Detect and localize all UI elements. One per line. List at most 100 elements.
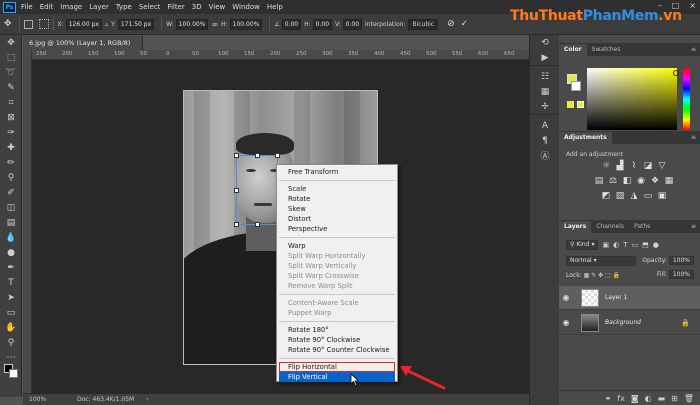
selective-color-icon[interactable]: ▣ <box>657 191 668 202</box>
menu-edit[interactable]: Edit <box>40 3 54 11</box>
close-button[interactable]: × <box>689 1 696 10</box>
menu-layer[interactable]: Layer <box>89 3 109 11</box>
marquee-tool-icon[interactable]: ⬚ <box>0 50 22 65</box>
invert-icon[interactable]: ◩ <box>601 191 612 202</box>
delta-icon[interactable]: ▵ <box>105 21 108 28</box>
v-skew-input[interactable]: 0.00 <box>342 18 363 30</box>
filter-pixel-icon[interactable]: ▣ <box>602 241 609 249</box>
exposure-icon[interactable]: ◪ <box>643 161 654 172</box>
width-input[interactable]: 100.00% <box>175 18 209 30</box>
new-adjustment-icon[interactable]: ◐ <box>645 394 652 403</box>
brightness-contrast-icon[interactable]: ☼ <box>601 161 612 172</box>
brush-tool-icon[interactable]: ✏ <box>0 155 22 170</box>
new-layer-icon[interactable]: ⊞ <box>671 394 678 403</box>
panel-menu-icon[interactable]: ≡ <box>691 221 696 233</box>
blend-mode-select[interactable]: Normal ▾ <box>566 256 636 266</box>
hue-saturation-icon[interactable]: ▤ <box>594 176 605 187</box>
menu-window[interactable]: Window <box>232 3 260 11</box>
history-panel-icon[interactable]: ⟲ <box>530 35 560 50</box>
transform-handle[interactable] <box>255 222 260 227</box>
menu-item-scale[interactable]: Scale <box>277 184 397 194</box>
web-safe-swatch[interactable] <box>577 101 584 108</box>
lock-artboard-icon[interactable]: ⬚ <box>605 272 611 279</box>
menu-item-flip-vertical[interactable]: Flip Vertical <box>279 372 395 382</box>
black-white-icon[interactable]: ◧ <box>622 176 633 187</box>
lock-position-icon[interactable]: ✥ <box>598 272 603 279</box>
horizontal-ruler[interactable]: 250 200 150 100 50 0 50 100 150 200 250 … <box>32 50 529 60</box>
menu-item-flip-horizontal[interactable]: Flip Horizontal <box>279 362 395 372</box>
menu-item-rotate-90-ccw[interactable]: Rotate 90° Counter Clockwise <box>277 345 397 355</box>
transform-bounding-box[interactable] <box>234 153 280 227</box>
curves-icon[interactable]: ⌇ <box>629 161 640 172</box>
menu-item-skew[interactable]: Skew <box>277 204 397 214</box>
link-layers-icon[interactable]: ⚭ <box>605 394 612 403</box>
color-balance-icon[interactable]: ⚖ <box>608 176 619 187</box>
hand-tool-icon[interactable]: ✋ <box>0 320 22 335</box>
layer-row[interactable]: ◉ Background 🔒 <box>559 311 700 335</box>
lock-pixels-icon[interactable]: ✎ <box>591 272 596 279</box>
kind-filter-select[interactable]: ⚲ Kind ▾ <box>566 240 599 250</box>
status-menu-arrow-icon[interactable]: › <box>146 394 148 405</box>
color-lookup-icon[interactable]: ▦ <box>664 176 675 187</box>
background-color-swatch[interactable] <box>571 81 581 91</box>
eraser-icon[interactable]: ◫ <box>0 200 22 215</box>
type-tool-icon[interactable]: T <box>0 275 22 290</box>
h-skew-input[interactable]: 0.00 <box>312 18 333 30</box>
clone-stamp-icon[interactable]: ⚲ <box>0 170 22 185</box>
tab-adjustments[interactable]: Adjustments <box>559 132 612 144</box>
photo-filter-icon[interactable]: ◉ <box>636 176 647 187</box>
character-panel-icon[interactable]: A <box>530 118 560 133</box>
add-mask-icon[interactable]: ◙ <box>631 394 639 403</box>
cancel-transform-icon[interactable]: ⊘ <box>447 19 455 29</box>
filter-adjustment-icon[interactable]: ◐ <box>613 241 619 249</box>
menu-image[interactable]: Image <box>60 3 82 11</box>
quick-select-icon[interactable]: ✎ <box>0 80 22 95</box>
move-tool-icon[interactable]: ✥ <box>0 35 22 50</box>
channel-mixer-icon[interactable]: ❖ <box>650 176 661 187</box>
menu-view[interactable]: View <box>209 3 226 11</box>
libraries-panel-icon[interactable]: ▦ <box>530 84 560 99</box>
panel-menu-icon[interactable]: ≡ <box>691 132 696 144</box>
transform-handle[interactable] <box>234 222 239 227</box>
transform-handle[interactable] <box>275 153 280 158</box>
reference-point-checkbox[interactable] <box>23 19 33 29</box>
path-select-icon[interactable]: ➤ <box>0 290 22 305</box>
delete-layer-icon[interactable]: 🗑 <box>684 394 694 403</box>
menu-select[interactable]: Select <box>139 3 161 11</box>
healing-brush-icon[interactable]: ✚ <box>0 140 22 155</box>
zoom-level[interactable]: 100% <box>29 394 77 405</box>
tab-paths[interactable]: Paths <box>629 221 655 233</box>
height-input[interactable]: 100.00% <box>229 18 263 30</box>
transform-handle[interactable] <box>234 188 239 193</box>
vibrance-icon[interactable]: ▽ <box>657 161 668 172</box>
link-icon[interactable]: ∞ <box>211 20 218 29</box>
angle-input[interactable]: 0.00 <box>281 18 302 30</box>
color-picker-handle[interactable] <box>673 70 679 76</box>
threshold-icon[interactable]: ◮ <box>629 191 640 202</box>
gamut-warning-swatch[interactable] <box>567 101 574 108</box>
more-tools-icon[interactable]: ⋯ <box>0 350 22 365</box>
layer-style-icon[interactable]: fx <box>617 394 625 403</box>
tab-color[interactable]: Color <box>559 44 587 56</box>
panel-menu-icon[interactable]: ≡ <box>691 44 696 56</box>
actions-panel-icon[interactable]: ▶ <box>530 50 560 65</box>
lock-all-icon[interactable]: 🔒 <box>613 272 620 279</box>
fill-input[interactable]: 100% <box>668 270 694 279</box>
paragraph-panel-icon[interactable]: ¶ <box>530 133 560 148</box>
menu-item-rotate[interactable]: Rotate <box>277 194 397 204</box>
glyphs-panel-icon[interactable]: Ⓐ <box>530 148 560 163</box>
hue-slider[interactable] <box>683 68 690 130</box>
commit-transform-icon[interactable]: ✓ <box>461 19 469 29</box>
menu-item-free-transform[interactable]: Free Transform <box>277 167 397 177</box>
posterize-icon[interactable]: ▨ <box>615 191 626 202</box>
reference-point-grid-icon[interactable] <box>38 19 49 29</box>
transform-handle[interactable] <box>255 153 260 158</box>
menu-type[interactable]: Type <box>116 3 132 11</box>
menu-help[interactable]: Help <box>267 3 283 11</box>
layer-row[interactable]: ◉ Layer 1 <box>559 286 700 310</box>
gradient-tool-icon[interactable]: ▤ <box>0 215 22 230</box>
menu-filter[interactable]: Filter <box>167 3 184 11</box>
interpolation-select[interactable]: Bicubic <box>408 18 439 30</box>
menu-item-warp[interactable]: Warp <box>277 241 397 251</box>
filter-toggle-icon[interactable]: ● <box>653 241 659 249</box>
